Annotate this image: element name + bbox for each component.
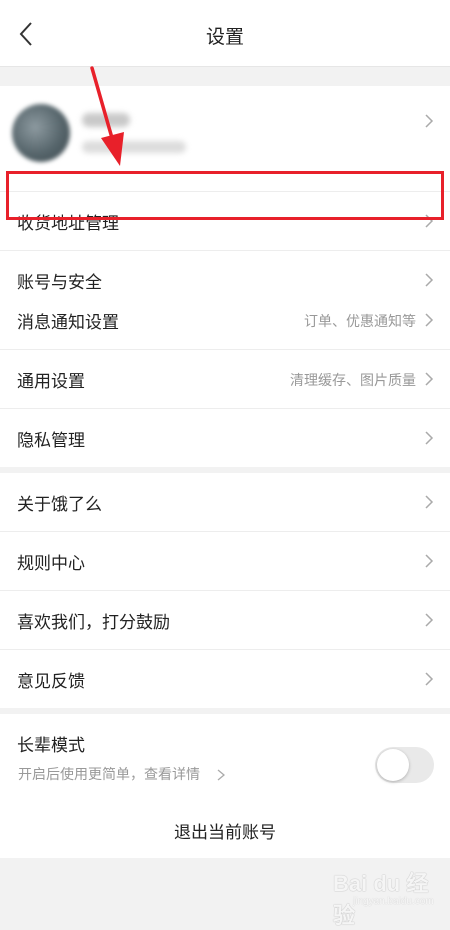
elder-mode-item: 长辈模式 开启后使用更简单，查看详情 — [0, 714, 450, 800]
page-title: 设置 — [205, 26, 244, 48]
logout-button[interactable]: 退出当前账号 — [0, 800, 450, 858]
rules-center-item[interactable]: 规则中心 — [0, 532, 450, 591]
chevron-right-icon — [425, 672, 434, 686]
chevron-right-icon — [425, 273, 434, 287]
blurred-username — [82, 113, 130, 127]
about-app-label: 关于饿了么 — [17, 495, 102, 515]
blurred-user-info — [82, 141, 186, 153]
address-management-label: 收货地址管理 — [17, 214, 119, 234]
watermark-main: Bai du 经验 — [333, 871, 429, 928]
rules-center-label: 规则中心 — [17, 554, 85, 574]
chevron-right-icon — [217, 769, 225, 781]
notification-settings-item[interactable]: 消息通知设置 订单、优惠通知等 — [0, 291, 450, 350]
feedback-label: 意见反馈 — [17, 672, 85, 692]
feedback-item[interactable]: 意见反馈 — [0, 650, 450, 708]
about-app-item[interactable]: 关于饿了么 — [0, 473, 450, 532]
baidu-jingyan-watermark: Bai du 经验 jingyan.baidu.com — [333, 862, 434, 928]
chevron-right-icon — [425, 554, 434, 568]
chevron-right-icon — [425, 313, 434, 327]
notification-settings-hint: 订单、优惠通知等 — [304, 314, 416, 330]
chevron-right-icon — [425, 613, 434, 627]
general-settings-hint: 清理缓存、图片质量 — [290, 373, 416, 389]
about-group: 关于饿了么 规则中心 喜欢我们，打分鼓励 意见反馈 — [0, 473, 450, 708]
settings-group: 消息通知设置 订单、优惠通知等 通用设置 清理缓存、图片质量 隐私管理 — [0, 291, 450, 467]
logout-label: 退出当前账号 — [174, 823, 276, 843]
elder-mode-group: 长辈模式 开启后使用更简单，查看详情 — [0, 714, 450, 800]
chevron-right-icon — [425, 214, 434, 228]
chevron-right-icon — [425, 114, 434, 128]
notification-settings-label: 消息通知设置 — [17, 313, 119, 333]
chevron-right-icon — [425, 372, 434, 386]
rate-us-item[interactable]: 喜欢我们，打分鼓励 — [0, 591, 450, 650]
general-settings-item[interactable]: 通用设置 清理缓存、图片质量 — [0, 350, 450, 409]
top-nav-bar: 设置 — [0, 0, 450, 67]
privacy-management-item[interactable]: 隐私管理 — [0, 409, 450, 467]
toggle-knob — [377, 749, 409, 781]
account-security-label: 账号与安全 — [17, 273, 102, 293]
watermark-sub: jingyan.baidu.com — [353, 896, 434, 907]
elder-mode-details-link[interactable]: 开启后使用更简单，查看详情 — [18, 764, 200, 784]
privacy-management-label: 隐私管理 — [17, 431, 85, 451]
profile-row[interactable] — [0, 86, 450, 192]
chevron-right-icon — [425, 495, 434, 509]
avatar — [12, 104, 70, 162]
account-group: 收货地址管理 账号与安全 — [0, 86, 450, 309]
chevron-right-icon — [425, 431, 434, 445]
general-settings-label: 通用设置 — [17, 372, 85, 392]
elder-mode-label: 长辈模式 — [17, 736, 85, 756]
elder-mode-toggle[interactable] — [375, 747, 434, 783]
address-management-item[interactable]: 收货地址管理 — [0, 192, 450, 251]
rate-us-label: 喜欢我们，打分鼓励 — [17, 613, 170, 633]
